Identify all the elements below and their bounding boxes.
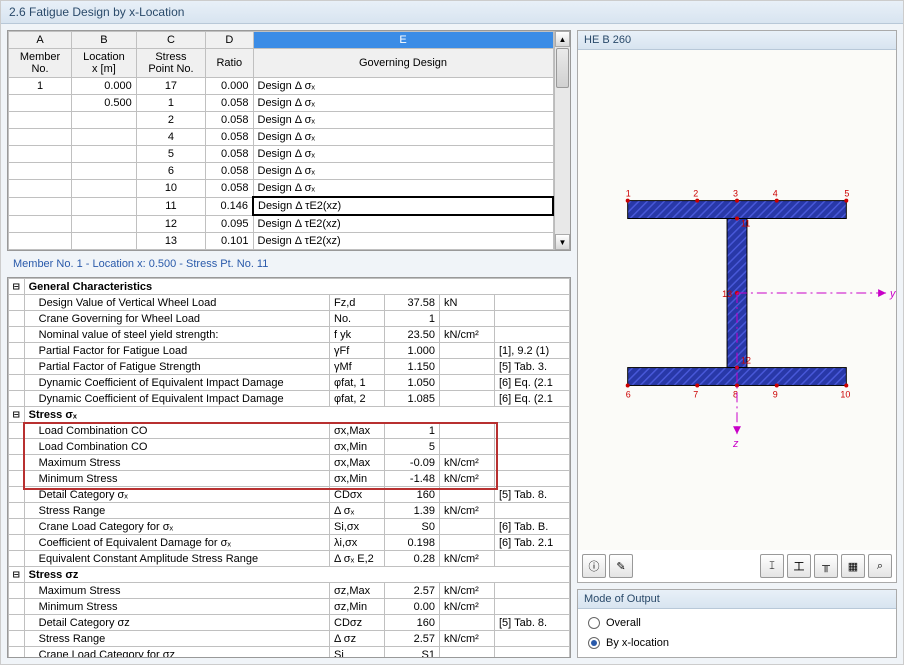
- mode-title: Mode of Output: [578, 590, 896, 609]
- detail-row[interactable]: Partial Factor for Fatigue LoadγFf1.000[…: [9, 343, 570, 359]
- sect-icon-1[interactable]: 𝙸: [760, 554, 784, 578]
- table-row[interactable]: 50.058Design Δ σₓ: [9, 146, 554, 163]
- svg-text:9: 9: [773, 389, 778, 399]
- section-toolbar: ⓘ✎ 𝙸工╥▦⌕: [578, 550, 896, 582]
- svg-text:5: 5: [844, 189, 849, 199]
- svg-text:2: 2: [693, 189, 698, 199]
- detail-group[interactable]: ⊟General Characteristics: [9, 279, 570, 295]
- radio-label: Overall: [606, 617, 641, 629]
- link-icon[interactable]: ✎: [609, 554, 633, 578]
- detail-group[interactable]: ⊟Stress σz: [9, 567, 570, 583]
- detail-row[interactable]: Equivalent Constant Amplitude Stress Ran…: [9, 551, 570, 567]
- detail-row[interactable]: Nominal value of steel yield strength:f …: [9, 327, 570, 343]
- col-header-C[interactable]: C: [136, 32, 205, 49]
- table-row[interactable]: 10.000170.000Design Δ σₓ: [9, 78, 554, 95]
- col-header[interactable]: MemberNo.: [9, 49, 72, 78]
- detail-row[interactable]: Maximum Stressσz,Max2.57kN/cm²: [9, 583, 570, 599]
- scroll-thumb[interactable]: [556, 48, 569, 88]
- section-view[interactable]: 1 2 3 4 5 11 13 12 6 7 8: [578, 50, 896, 550]
- window-title: 2.6 Fatigue Design by x-Location: [1, 1, 903, 24]
- table-row[interactable]: 110.146Design Δ τE2(xz): [9, 197, 554, 215]
- detail-row[interactable]: Crane Load Category for σzSiS1: [9, 647, 570, 659]
- detail-group[interactable]: ⊟Stress σₓ: [9, 407, 570, 423]
- detail-row[interactable]: Stress RangeΔ σₓ1.39kN/cm²: [9, 503, 570, 519]
- details-grid[interactable]: ⊟General CharacteristicsDesign Value of …: [7, 277, 571, 658]
- col-header-D[interactable]: D: [206, 32, 253, 49]
- detail-row[interactable]: Design Value of Vertical Wheel LoadFz,d3…: [9, 295, 570, 311]
- radio-icon[interactable]: [588, 637, 600, 649]
- grid-scrollbar[interactable]: ▲ ▼: [554, 31, 570, 250]
- svg-text:7: 7: [693, 389, 698, 399]
- sect-icon-3[interactable]: ╥: [814, 554, 838, 578]
- info-icon[interactable]: ⓘ: [582, 554, 606, 578]
- col-header-A[interactable]: A: [9, 32, 72, 49]
- svg-text:y: y: [889, 288, 896, 300]
- radio-icon[interactable]: [588, 617, 600, 629]
- expander-icon[interactable]: ⊟: [9, 407, 25, 423]
- detail-row[interactable]: Coefficient of Equivalent Damage for σₓλ…: [9, 535, 570, 551]
- radio-label: By x-location: [606, 637, 669, 649]
- col-header[interactable]: Governing Design: [253, 49, 553, 78]
- col-header[interactable]: Locationx [m]: [72, 49, 137, 78]
- table-row[interactable]: 60.058Design Δ σₓ: [9, 163, 554, 180]
- radio-option[interactable]: By x-location: [588, 637, 886, 649]
- selection-info: Member No. 1 - Location x: 0.500 - Stres…: [7, 255, 571, 273]
- col-header-B[interactable]: B: [72, 32, 137, 49]
- svg-text:3: 3: [733, 189, 738, 199]
- table-row[interactable]: 120.095Design Δ τE2(xz): [9, 215, 554, 233]
- detail-row[interactable]: Minimum Stressσz,Min0.00kN/cm²: [9, 599, 570, 615]
- detail-row[interactable]: Crane Governing for Wheel LoadNo.1: [9, 311, 570, 327]
- detail-row[interactable]: Crane Load Category for σₓSi,σxS0[6] Tab…: [9, 519, 570, 535]
- detail-row[interactable]: Maximum Stressσx,Max-0.09kN/cm²: [9, 455, 570, 471]
- detail-row[interactable]: Minimum Stressσx,Min-1.48kN/cm²: [9, 471, 570, 487]
- svg-text:11: 11: [741, 218, 750, 228]
- sect-icon-4[interactable]: ▦: [841, 554, 865, 578]
- sect-icon-2[interactable]: 工: [787, 554, 811, 578]
- detail-row[interactable]: Detail Category σₓCDσx160[5] Tab. 8.: [9, 487, 570, 503]
- detail-row[interactable]: Partial Factor of Fatigue StrengthγMf1.1…: [9, 359, 570, 375]
- scroll-up-icon[interactable]: ▲: [555, 31, 570, 47]
- svg-text:13: 13: [722, 289, 732, 299]
- section-title: HE B 260: [578, 31, 896, 50]
- table-row[interactable]: 0.50010.058Design Δ σₓ: [9, 95, 554, 112]
- detail-row[interactable]: Dynamic Coefficient of Equivalent Impact…: [9, 375, 570, 391]
- probe-icon[interactable]: ⌕: [868, 554, 892, 578]
- table-row[interactable]: 100.058Design Δ σₓ: [9, 180, 554, 198]
- svg-text:1: 1: [626, 189, 631, 199]
- col-header[interactable]: Ratio: [206, 49, 253, 78]
- detail-row[interactable]: Detail Category σzCDσz160[5] Tab. 8.: [9, 615, 570, 631]
- detail-row[interactable]: Dynamic Coefficient of Equivalent Impact…: [9, 391, 570, 407]
- radio-option[interactable]: Overall: [588, 617, 886, 629]
- expander-icon[interactable]: ⊟: [9, 279, 25, 295]
- col-header-E[interactable]: E: [253, 32, 553, 49]
- results-grid[interactable]: ABCDE MemberNo.Locationx [m]StressPoint …: [7, 30, 571, 251]
- detail-row[interactable]: Stress RangeΔ σz2.57kN/cm²: [9, 631, 570, 647]
- table-row[interactable]: 130.101Design Δ τE2(xz): [9, 233, 554, 250]
- svg-text:6: 6: [626, 389, 631, 399]
- expander-icon[interactable]: ⊟: [9, 567, 25, 583]
- svg-text:z: z: [732, 438, 739, 450]
- table-row[interactable]: 40.058Design Δ σₓ: [9, 129, 554, 146]
- col-header[interactable]: StressPoint No.: [136, 49, 205, 78]
- detail-row[interactable]: Load Combination COσx,Max1: [9, 423, 570, 439]
- table-row[interactable]: 20.058Design Δ σₓ: [9, 112, 554, 129]
- detail-row[interactable]: Load Combination COσx,Min5: [9, 439, 570, 455]
- svg-text:10: 10: [840, 389, 850, 399]
- scroll-down-icon[interactable]: ▼: [555, 234, 570, 250]
- svg-text:12: 12: [741, 356, 751, 366]
- svg-text:4: 4: [773, 189, 778, 199]
- mode-of-output-panel: Mode of Output Overall By x-location: [577, 589, 897, 658]
